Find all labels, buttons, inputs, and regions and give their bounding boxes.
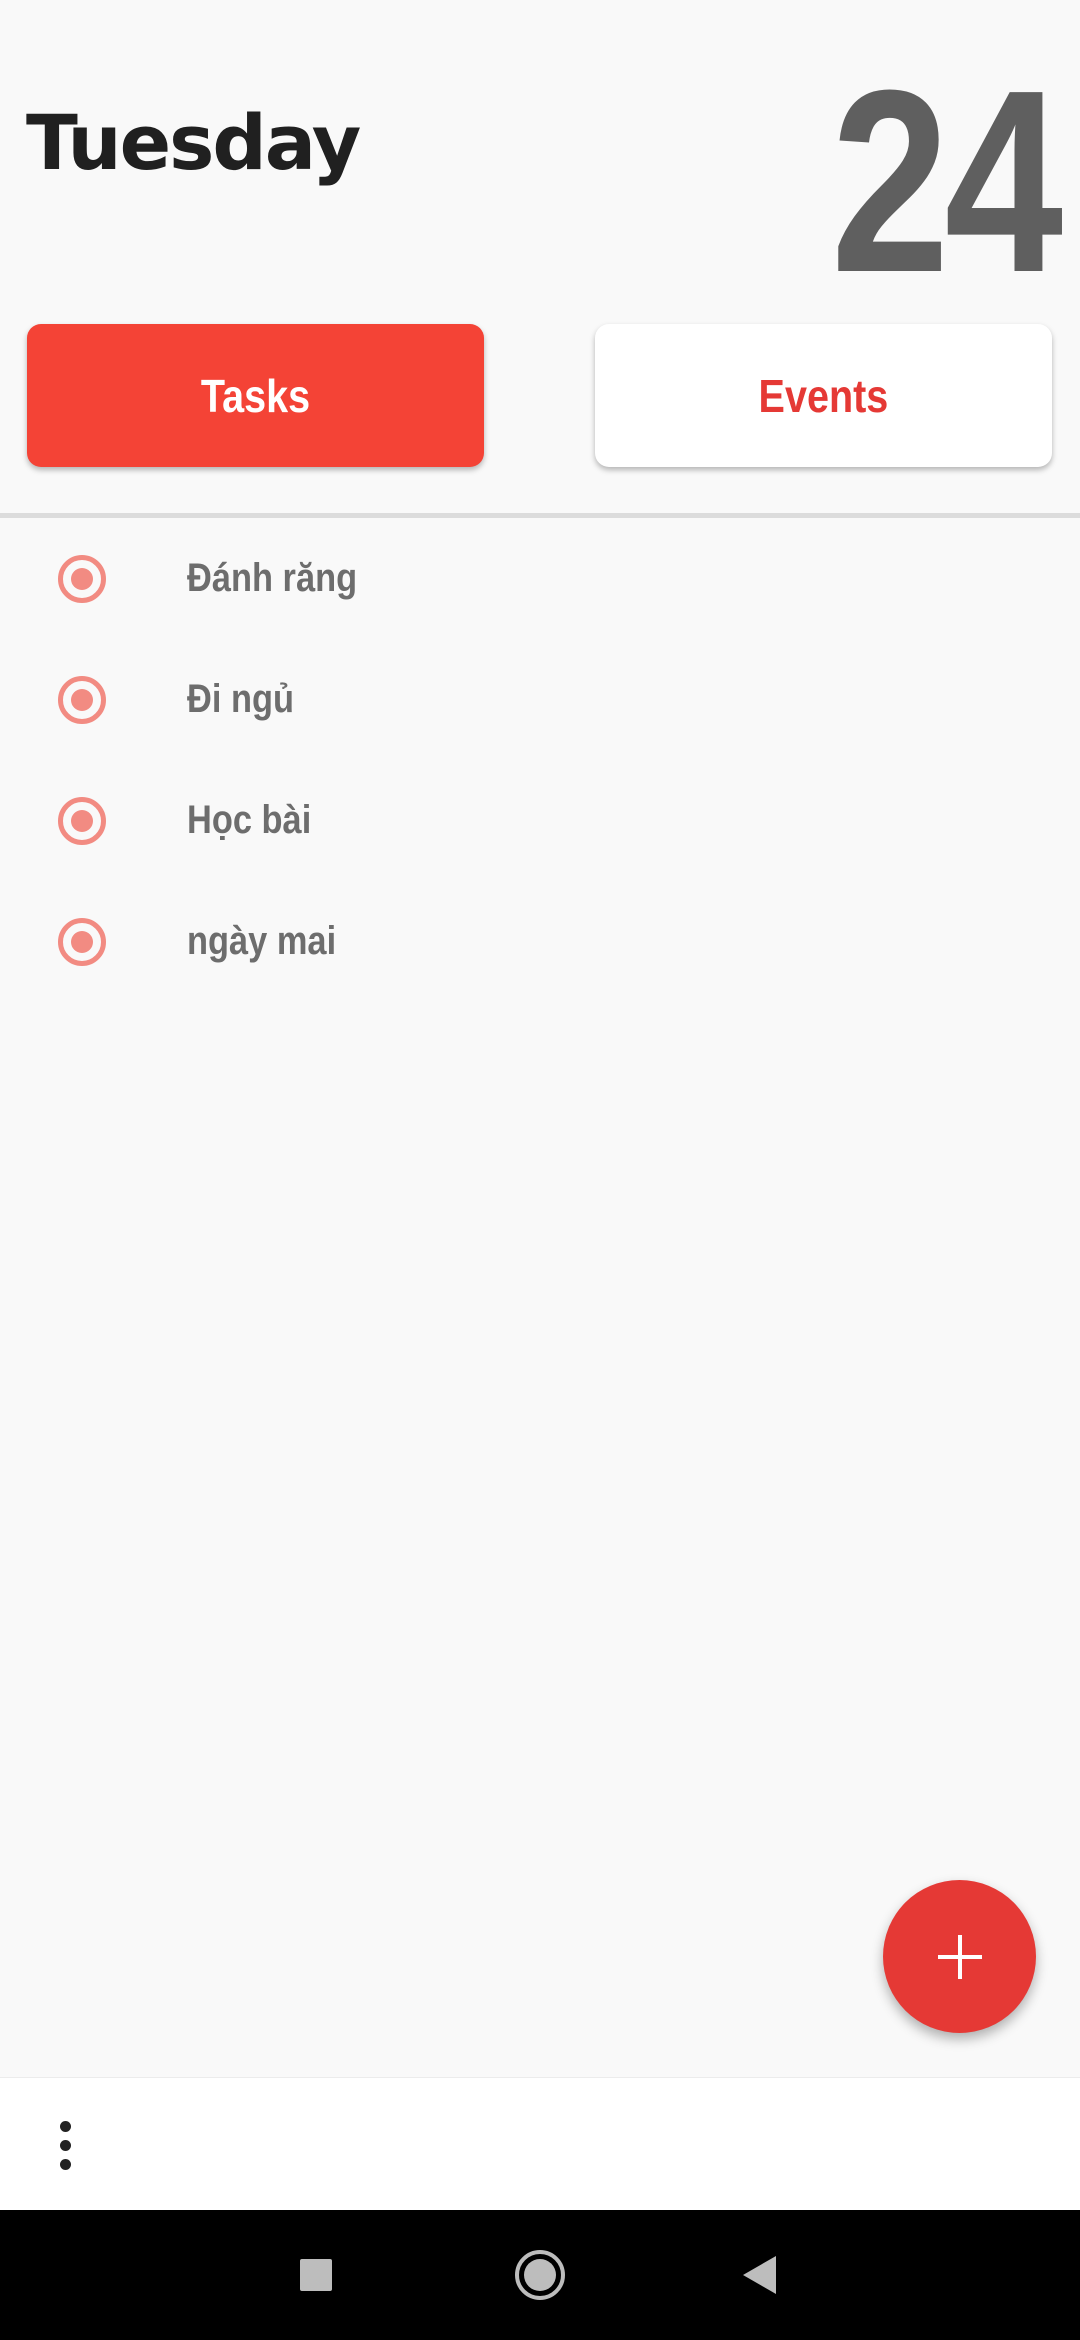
plus-icon bbox=[937, 1934, 982, 1979]
radio-dot bbox=[71, 809, 93, 832]
task-item[interactable]: Học bài bbox=[0, 760, 1080, 881]
radio-dot bbox=[71, 688, 93, 711]
radio-dot bbox=[71, 930, 93, 953]
circle-icon[interactable] bbox=[515, 2250, 565, 2300]
bottom-app-bar bbox=[0, 2077, 1080, 2211]
more-options-button[interactable] bbox=[40, 2110, 90, 2180]
task-label: Đi ngủ bbox=[187, 677, 295, 721]
radio-checked-icon[interactable] bbox=[58, 917, 106, 966]
radio-dot bbox=[71, 567, 93, 590]
add-task-button[interactable] bbox=[883, 1880, 1036, 2033]
task-item[interactable]: Đi ngủ bbox=[0, 639, 1080, 760]
task-label: ngày mai bbox=[187, 919, 337, 963]
radio-checked-icon[interactable] bbox=[58, 554, 106, 603]
date-header: Tuesday 24 bbox=[0, 0, 1080, 312]
task-item[interactable]: Đánh răng bbox=[0, 518, 1080, 639]
task-label: Đánh răng bbox=[187, 556, 358, 600]
day-number: 24 bbox=[830, 37, 1063, 327]
task-item[interactable]: ngày mai bbox=[0, 881, 1080, 1002]
more-vertical-icon bbox=[59, 2158, 71, 2170]
square-icon[interactable] bbox=[300, 2259, 332, 2291]
day-name: Tuesday bbox=[26, 98, 361, 187]
radio-checked-icon[interactable] bbox=[58, 796, 106, 845]
triangle-back-icon[interactable] bbox=[743, 2256, 776, 2294]
system-nav-bar bbox=[0, 2210, 1080, 2340]
task-label: Học bài bbox=[187, 798, 312, 842]
tab-tasks[interactable]: Tasks bbox=[27, 324, 484, 467]
app-screen: Tuesday 24 Tasks Events Đánh răng Đi ngủ… bbox=[0, 0, 1080, 2340]
radio-checked-icon[interactable] bbox=[58, 675, 106, 724]
tab-tasks-label: Tasks bbox=[200, 369, 311, 422]
task-list: Đánh răng Đi ngủ Học bài ngày mai bbox=[0, 518, 1080, 1002]
more-vertical-icon bbox=[59, 2139, 71, 2151]
home-inner-circle bbox=[524, 2259, 556, 2291]
tab-events[interactable]: Events bbox=[595, 324, 1052, 467]
tab-events-label: Events bbox=[758, 369, 889, 422]
more-vertical-icon bbox=[59, 2120, 71, 2132]
